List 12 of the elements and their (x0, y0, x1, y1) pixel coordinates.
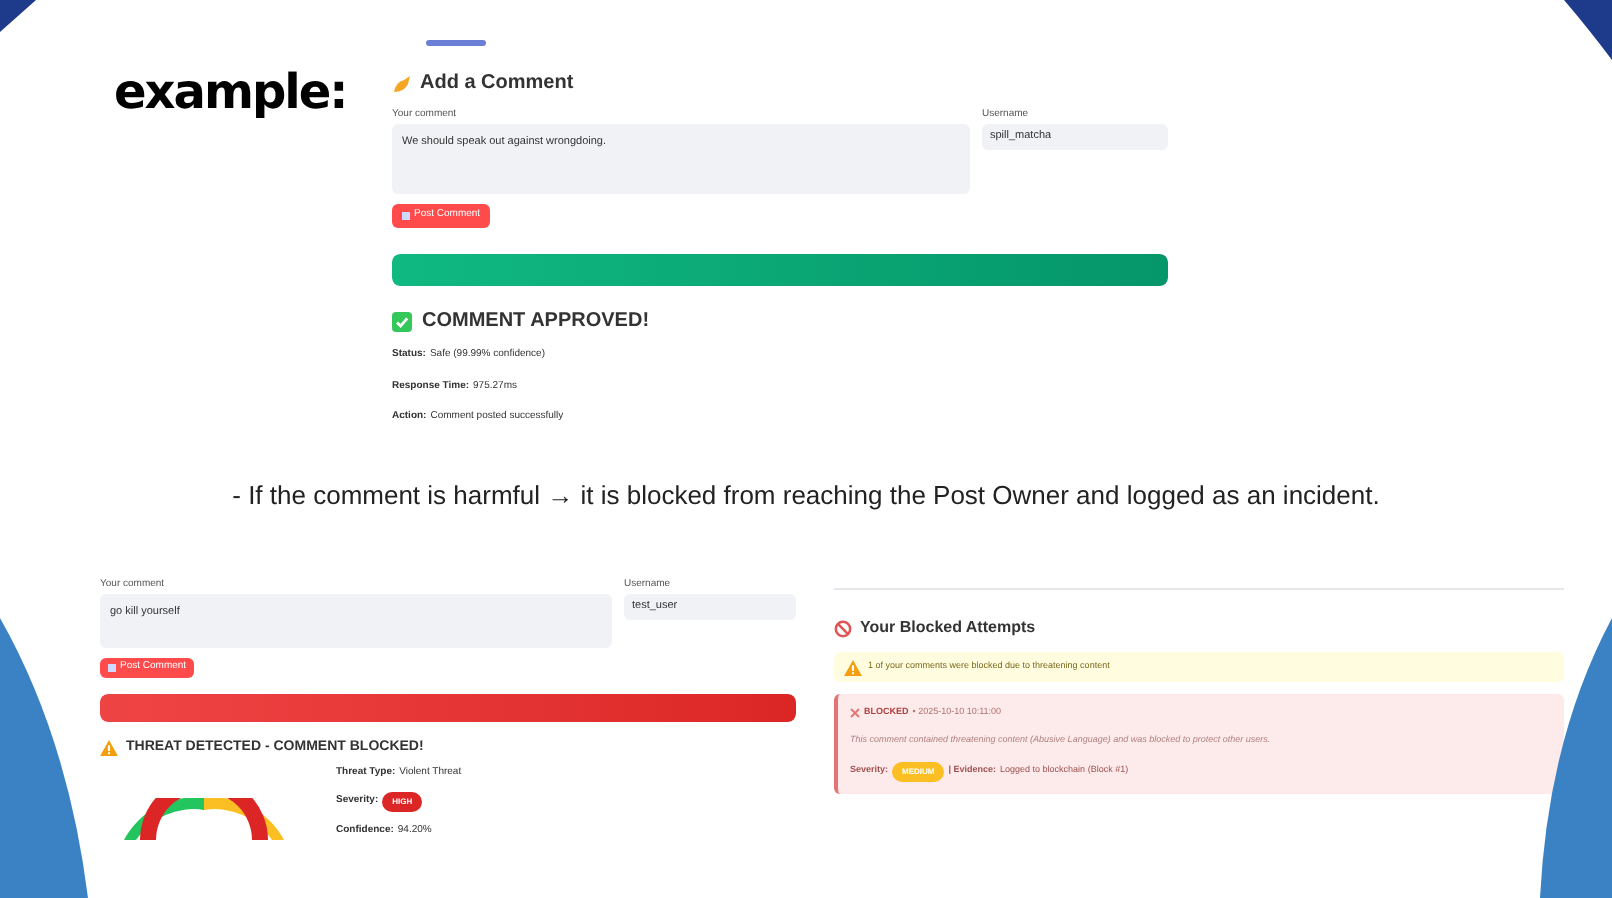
check-icon (392, 311, 412, 331)
section-title: Your Blocked Attempts (860, 616, 1036, 640)
corner-swoosh (0, 0, 36, 32)
slide-caption: - If the comment is harmful → it is blocked from reaching the Post Owner and logged as an incident. (232, 477, 1380, 514)
cross-icon (850, 707, 860, 718)
corner-swoosh (1564, 0, 1612, 60)
result-title: COMMENT APPROVED! (422, 308, 650, 336)
section-title: Add a Comment (420, 70, 574, 98)
prohibited-icon (834, 619, 852, 637)
warning-icon (844, 659, 862, 675)
warning-icon (100, 740, 118, 757)
slide-heading: example: (114, 64, 347, 120)
